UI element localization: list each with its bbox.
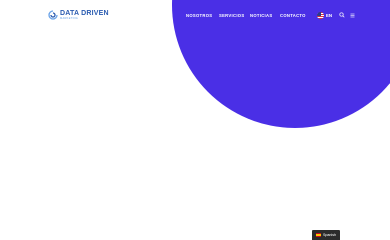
nav-link-servicios[interactable]: SERVICIOS bbox=[219, 13, 244, 18]
page: DATA DRIVEN MARKETING NOSOTROS SERVICIOS… bbox=[0, 0, 390, 240]
language-switcher-label: Spanish bbox=[323, 233, 336, 237]
site-header: DATA DRIVEN MARKETING NOSOTROS SERVICIOS… bbox=[0, 0, 390, 28]
hamburger-menu-icon[interactable] bbox=[350, 13, 355, 18]
language-label: EN bbox=[326, 13, 333, 18]
us-flag-icon bbox=[317, 12, 324, 19]
nav-link-noticias[interactable]: NOTICIAS bbox=[250, 13, 272, 18]
nav-link-contacto[interactable]: CONTACTO bbox=[280, 13, 306, 18]
spain-flag-icon bbox=[316, 233, 321, 237]
search-icon[interactable] bbox=[339, 12, 345, 18]
language-selector[interactable]: EN bbox=[317, 12, 332, 19]
nav-link-nosotros[interactable]: NOSOTROS bbox=[186, 13, 212, 18]
language-switcher-widget[interactable]: Spanish bbox=[312, 230, 340, 240]
